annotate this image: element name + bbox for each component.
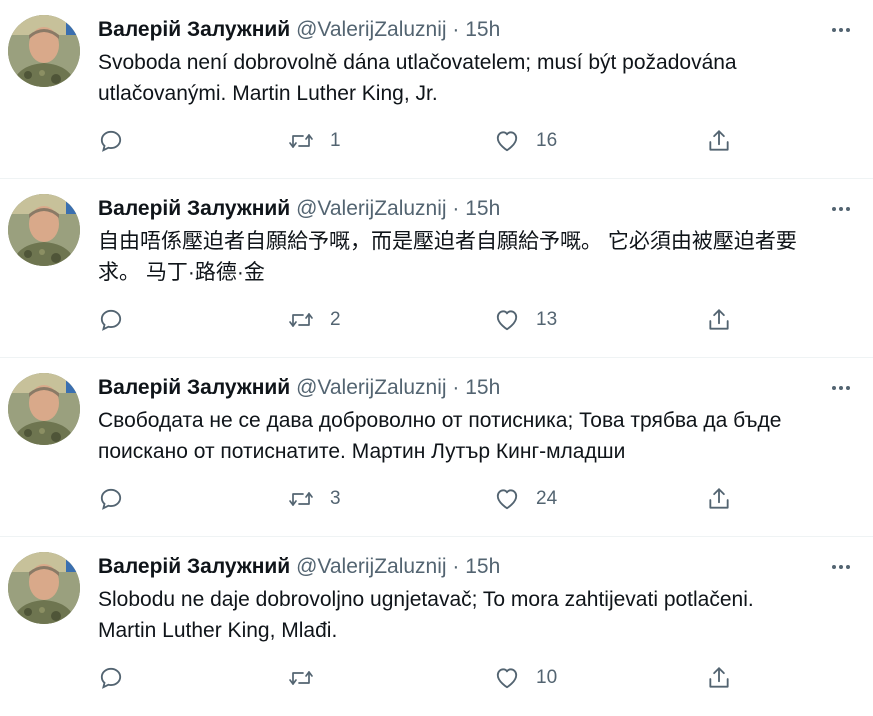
heart-icon (494, 307, 520, 333)
reply-button[interactable] (98, 303, 124, 337)
author-name[interactable]: Валерій Залужний (98, 555, 290, 578)
like-count: 24 (536, 488, 558, 509)
tweet-time[interactable]: 15h (465, 197, 500, 220)
tweet-text: Svoboda není dobrovolně dána utlačovatel… (98, 51, 737, 105)
reply-button[interactable] (98, 661, 124, 695)
heart-icon (494, 486, 520, 512)
reply-button[interactable] (98, 124, 124, 158)
share-button[interactable] (706, 124, 732, 158)
retweet-button[interactable]: 3 (288, 482, 341, 516)
retweet-icon (288, 665, 314, 691)
share-icon (706, 665, 732, 691)
tweet-text: Свободата не се дава доброволно от потис… (98, 409, 782, 463)
more-horizontal-icon (832, 207, 850, 211)
share-icon (706, 486, 732, 512)
tweet[interactable]: Валерій Залужний @ValerijZaluznij · 15h … (0, 0, 873, 179)
tweet[interactable]: Валерій Залужний @ValerijZaluznij · 15h … (0, 358, 873, 537)
tweet-time[interactable]: 15h (465, 376, 500, 399)
author-name[interactable]: Валерій Залужний (98, 18, 290, 41)
retweet-button[interactable]: 1 (288, 124, 341, 158)
more-options-button[interactable] (827, 16, 855, 44)
share-button[interactable] (706, 661, 732, 695)
author-handle[interactable]: @ValerijZaluznij (296, 18, 446, 41)
reply-icon (98, 486, 124, 512)
tweet-text: Slobodu ne daje dobrovoljno ugnjetavač; … (98, 588, 754, 642)
retweet-count: 2 (330, 309, 341, 330)
share-icon (706, 307, 732, 333)
retweet-icon (288, 486, 314, 512)
heart-icon (494, 128, 520, 154)
avatar[interactable] (8, 15, 80, 87)
like-count: 13 (536, 309, 558, 330)
more-options-button[interactable] (827, 553, 855, 581)
tweet-actions: 1 16 (98, 124, 858, 158)
tweet-text: 自由唔係壓迫者自願給予嘅，而是壓迫者自願給予嘅。 它必須由被壓迫者要 求。 马丁… (98, 230, 797, 284)
like-count: 16 (536, 130, 558, 151)
separator-dot: · (452, 18, 460, 41)
author-name[interactable]: Валерій Залужний (98, 376, 290, 399)
more-horizontal-icon (832, 28, 850, 32)
reply-icon (98, 307, 124, 333)
tweet-time[interactable]: 15h (465, 18, 500, 41)
more-options-button[interactable] (827, 374, 855, 402)
share-button[interactable] (706, 482, 732, 516)
avatar[interactable] (8, 373, 80, 445)
reply-icon (98, 665, 124, 691)
retweet-icon (288, 128, 314, 154)
author-handle[interactable]: @ValerijZaluznij (296, 555, 446, 578)
retweet-count: 3 (330, 488, 341, 509)
author-handle[interactable]: @ValerijZaluznij (296, 376, 446, 399)
like-button[interactable]: 10 (494, 661, 557, 695)
tweet-header: Валерій Залужний @ValerijZaluznij · 15h (98, 553, 500, 581)
tweet-time[interactable]: 15h (465, 555, 500, 578)
tweet-header: Валерій Залужний @ValerijZaluznij · 15h (98, 195, 500, 223)
reply-icon (98, 128, 124, 154)
retweet-count: 1 (330, 130, 341, 151)
avatar[interactable] (8, 194, 80, 266)
author-name[interactable]: Валерій Залужний (98, 197, 290, 220)
like-button[interactable]: 24 (494, 482, 557, 516)
like-button[interactable]: 16 (494, 124, 557, 158)
tweet-actions: 3 24 (98, 482, 858, 516)
tweet[interactable]: Валерій Залужний @ValerijZaluznij · 15h … (0, 537, 873, 716)
tweet-actions: 10 (98, 661, 858, 695)
retweet-icon (288, 307, 314, 333)
tweet-feed: Валерій Залужний @ValerijZaluznij · 15h … (0, 0, 873, 697)
tweet[interactable]: Валерій Залужний @ValerijZaluznij · 15h … (0, 179, 873, 358)
separator-dot: · (452, 376, 460, 399)
share-icon (706, 128, 732, 154)
like-count: 10 (536, 667, 558, 688)
retweet-button[interactable]: 2 (288, 303, 341, 337)
like-button[interactable]: 13 (494, 303, 557, 337)
tweet-actions: 2 13 (98, 303, 858, 337)
reply-button[interactable] (98, 482, 124, 516)
more-horizontal-icon (832, 386, 850, 390)
retweet-button[interactable] (288, 661, 330, 695)
separator-dot: · (452, 197, 460, 220)
author-handle[interactable]: @ValerijZaluznij (296, 197, 446, 220)
heart-icon (494, 665, 520, 691)
separator-dot: · (452, 555, 460, 578)
more-options-button[interactable] (827, 195, 855, 223)
tweet-header: Валерій Залужний @ValerijZaluznij · 15h (98, 374, 500, 402)
more-horizontal-icon (832, 565, 850, 569)
share-button[interactable] (706, 303, 732, 337)
tweet-header: Валерій Залужний @ValerijZaluznij · 15h (98, 16, 500, 44)
avatar[interactable] (8, 552, 80, 624)
